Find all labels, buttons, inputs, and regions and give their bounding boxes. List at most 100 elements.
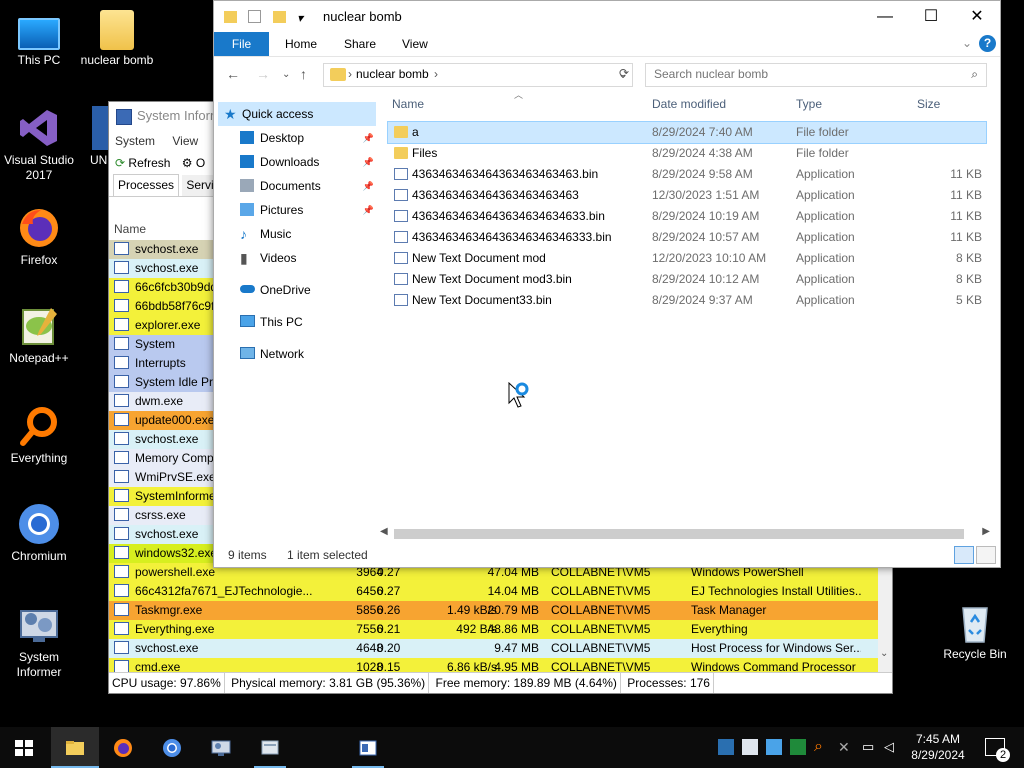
tray-app-icon[interactable] [766,739,782,755]
pin-icon[interactable]: 📌 [363,126,374,150]
search-box[interactable]: ⌕ [645,63,987,87]
explorer-window-title: nuclear bomb [323,9,402,24]
file-row-application[interactable]: New Text Document mod 12/20/2023 10:10 AM… [388,248,986,269]
tray-app-icon[interactable] [718,739,734,755]
pin-icon[interactable]: 📌 [363,150,374,174]
pin-icon[interactable]: 📌 [363,174,374,198]
desktop-icon-nuclear-bomb[interactable]: nuclear bomb [78,10,156,68]
tab-processes[interactable]: Processes [113,174,180,196]
recent-locations-chevron-icon[interactable]: ⌄ [282,69,290,80]
menu-system[interactable]: System [115,134,155,148]
large-icons-view-icon[interactable] [976,546,996,564]
nav-item-downloads[interactable]: Downloads 📌 [214,150,374,174]
volume-muted-icon[interactable]: ◁ [884,739,900,755]
taskbar-app-window[interactable] [246,727,294,768]
horizontal-scrollbar[interactable]: ◀ ▶ [376,526,996,542]
column-header-name[interactable]: Name [109,218,146,240]
properties-icon[interactable] [248,10,262,24]
start-button[interactable] [0,727,48,768]
tray-app-icon[interactable] [742,739,758,755]
process-row[interactable]: Everything.exe 7556 0.21 492 B/s 48.86 MB COL… [109,620,879,639]
column-header-name[interactable]: Name [392,97,424,111]
process-row[interactable]: Taskmgr.exe 5856 0.26 1.49 kB/s 20.79 MB COLL… [109,601,879,620]
close-button[interactable]: ✕ [954,1,1000,32]
taskbar-firefox[interactable] [99,727,147,768]
network-icon[interactable]: ▭ [862,739,878,755]
nav-item-network[interactable]: Network [214,342,374,366]
taskbar-app-window[interactable] [344,727,392,768]
tray-tools-icon[interactable]: ✕ [838,739,854,755]
file-row-application[interactable]: 43634634634643634634634633.bin 8/29/2024 … [388,206,986,227]
column-header-date-modified[interactable]: Date modified [652,97,726,111]
file-explorer-window[interactable]: ▾ nuclear bomb — ☐ ✕ File Home Share Vie… [213,0,1001,568]
nav-item-this-pc[interactable]: This PC [214,310,374,334]
column-header-size[interactable]: Size [917,97,940,111]
action-center-button[interactable]: 2 [985,738,1010,762]
tab-view[interactable]: View [402,32,428,56]
file-date-modified: 8/29/2024 9:37 AM [652,293,753,307]
nav-item-documents[interactable]: Documents 📌 [214,174,374,198]
address-bar[interactable]: › nuclear bomb › ⌄ [323,63,633,87]
taskbar-system-informer[interactable] [197,727,245,768]
process-icon [114,337,129,350]
minimize-button[interactable]: — [862,1,908,32]
desktop-icon-notepad-plus-plus[interactable]: Notepad++ [0,304,78,366]
desktop-icon-this-pc[interactable]: This PC [0,10,78,68]
desktop-icon-recycle-bin[interactable]: Recycle Bin [936,600,1014,662]
desktop-icon-system-informer[interactable]: System Informer [0,603,78,680]
file-row-application[interactable]: 4363463463464363463463463 12/30/2023 1:51… [388,185,986,206]
nav-item-desktop[interactable]: Desktop 📌 [214,126,374,150]
everything-search-icon[interactable]: ⌕ [814,739,830,755]
tab-file[interactable]: File [214,32,269,56]
pin-icon[interactable]: 📌 [363,198,374,222]
breadcrumb-chevron-icon[interactable]: › [434,67,438,81]
refresh-button[interactable]: Refresh [128,156,170,170]
maximize-button[interactable]: ☐ [908,1,954,32]
desktop-icon-uni[interactable]: UNI [62,106,112,168]
options-button[interactable]: O [196,156,205,170]
new-folder-icon[interactable] [272,10,286,23]
forward-arrow-icon[interactable]: → [256,66,270,82]
file-row-folder[interactable]: a 8/29/2024 7:40 AM File folder [387,121,987,144]
column-header-type[interactable]: Type [796,97,822,111]
process-row[interactable]: 66c4312fa7671_EJTechnologie... 6456 0.27 14… [109,582,879,601]
menu-view[interactable]: View [172,134,198,148]
back-arrow-icon[interactable]: ← [226,66,240,82]
scroll-right-arrow-icon[interactable]: ▶ [982,526,990,537]
desktop-icon-firefox[interactable]: Firefox [0,206,78,268]
scrollbar-thumb[interactable] [394,529,964,539]
breadcrumb[interactable]: nuclear bomb [356,67,429,81]
desktop-icon-everything[interactable]: Everything [0,404,78,466]
details-view-icon[interactable] [954,546,974,564]
tab-share[interactable]: Share [344,32,376,56]
scroll-left-arrow-icon[interactable]: ◀ [380,526,388,537]
desktop-icon-chromium[interactable]: Chromium [0,502,78,564]
taskbar-file-explorer[interactable] [51,727,99,768]
file-row-application[interactable]: New Text Document mod3.bin 8/29/2024 10:1… [388,269,986,290]
help-button[interactable]: ? [979,35,996,52]
nav-item-videos[interactable]: ▮ Videos [214,246,374,270]
nav-item-onedrive[interactable]: OneDrive [214,278,374,302]
process-name-text: Taskmgr.exe [135,603,203,617]
nav-item-quick-access[interactable]: ★ Quick access [218,102,376,126]
taskbar-chromium[interactable] [148,727,196,768]
customize-toolbar-icon[interactable]: ▾ [297,11,305,25]
process-row[interactable]: svchost.exe 4648 0.20 9.47 MB COLLABNET\VM5 H… [109,639,879,658]
tab-home[interactable]: Home [285,32,317,56]
ribbon-expand-chevron-icon[interactable]: ⌄ [962,36,972,50]
up-arrow-icon[interactable]: ↑ [300,66,307,82]
refresh-icon[interactable]: ⟳ [619,66,629,80]
tray-app-icon[interactable] [790,739,806,755]
nav-item-music[interactable]: ♪ Music [214,222,374,246]
file-row-application[interactable]: 436346346346436346346346333.bin 8/29/2024… [388,227,986,248]
refresh-icon: ⟳ [115,156,126,170]
search-input[interactable] [646,64,954,84]
taskbar-clock[interactable]: 7:45 AM 8/29/2024 [905,731,971,763]
file-row-application[interactable]: New Text Document33.bin 8/29/2024 9:37 AM… [388,290,986,311]
file-row-folder[interactable]: Files 8/29/2024 4:38 AM File folder [388,143,986,164]
explorer-titlebar[interactable]: ▾ nuclear bomb — ☐ ✕ [214,1,1000,32]
chevron-down-icon[interactable]: ⌄ [880,648,888,659]
nav-item-pictures[interactable]: Pictures 📌 [214,198,374,222]
status-physical-memory: Physical memory: 3.81 GB (95.36%) [228,673,430,693]
file-row-application[interactable]: 4363463463464363463463463.bin 8/29/2024 9… [388,164,986,185]
